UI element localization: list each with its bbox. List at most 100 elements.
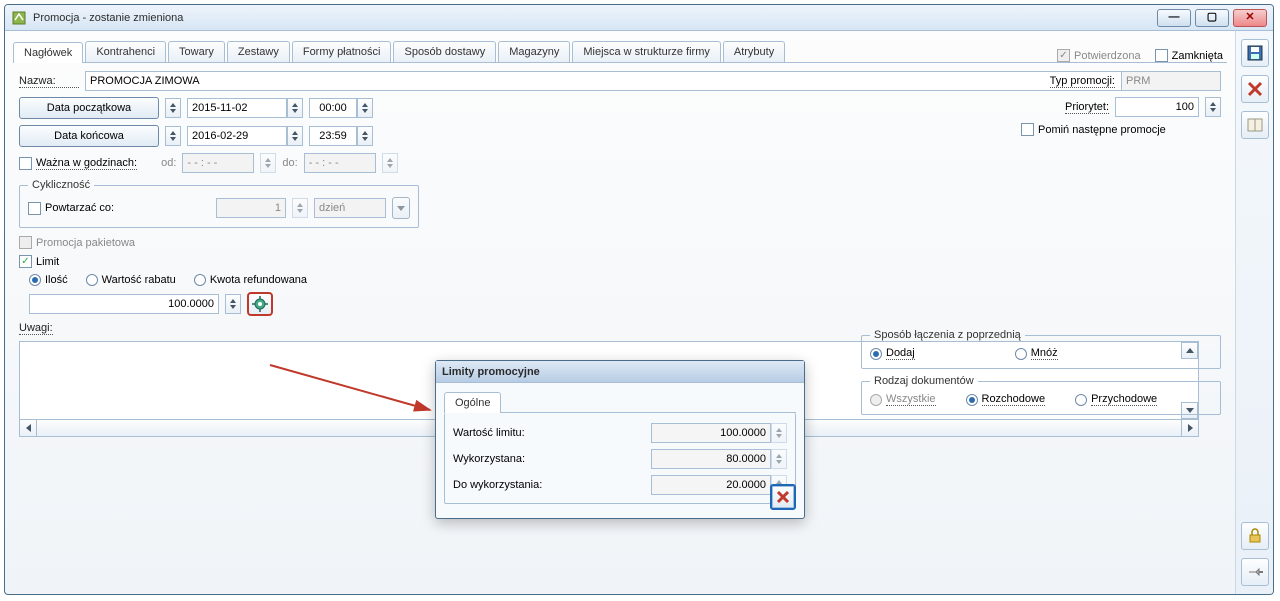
lock-icon bbox=[1246, 527, 1264, 545]
radio-icon bbox=[1075, 394, 1087, 406]
dlg-avail-label: Do wykorzystania: bbox=[453, 479, 542, 491]
start-time-spinner[interactable] bbox=[357, 98, 373, 118]
delete-button[interactable] bbox=[1241, 75, 1269, 103]
scroll-left-button[interactable] bbox=[20, 420, 37, 436]
doc-radio-out[interactable]: Rozchodowe bbox=[966, 393, 1046, 406]
tab-sposob-dostawy[interactable]: Sposób dostawy bbox=[393, 41, 496, 62]
save-button[interactable] bbox=[1241, 39, 1269, 67]
tab-kontrahenci[interactable]: Kontrahenci bbox=[85, 41, 166, 62]
tab-miejsca[interactable]: Miejsca w strukturze firmy bbox=[572, 41, 721, 62]
promotion-window: Promocja - zostanie zmieniona — ▢ ✕ Nagł… bbox=[4, 4, 1274, 595]
dlg-used-spinner bbox=[771, 449, 787, 469]
start-date-input[interactable]: 2015-11-02 bbox=[187, 98, 287, 118]
limit-radio-refund[interactable]: Kwota refundowana bbox=[194, 274, 307, 286]
app-icon bbox=[11, 10, 27, 26]
end-date-clear[interactable] bbox=[165, 126, 181, 146]
dlg-used-label: Wykorzystana: bbox=[453, 453, 525, 465]
end-time-input[interactable]: 23:59 bbox=[309, 126, 357, 146]
tab-naglowek[interactable]: Nagłówek bbox=[13, 42, 83, 63]
package-checkbox: Promocja pakietowa bbox=[19, 236, 135, 249]
start-date-clear[interactable] bbox=[165, 98, 181, 118]
priority-label: Priorytet: bbox=[1065, 101, 1109, 114]
scroll-right-button[interactable] bbox=[1181, 420, 1198, 436]
confirmed-checkbox[interactable]: ✓ Potwierdzona bbox=[1057, 49, 1141, 62]
close-icon bbox=[775, 489, 791, 505]
dialog-titlebar: Limity promocyjne bbox=[436, 361, 804, 383]
start-date-button[interactable]: Data początkowa bbox=[19, 97, 159, 119]
doc-legend: Rodzaj dokumentów bbox=[870, 375, 978, 387]
start-date-spinner[interactable] bbox=[287, 98, 303, 118]
check-icon bbox=[28, 202, 41, 215]
tabstrip: Nagłówek Kontrahenci Towary Zestawy Form… bbox=[13, 39, 1227, 63]
end-time-spinner[interactable] bbox=[357, 126, 373, 146]
limit-value-input[interactable]: 100.0000 bbox=[29, 294, 219, 314]
start-time-input[interactable]: 00:00 bbox=[309, 98, 357, 118]
combine-radio-add[interactable]: Dodaj bbox=[870, 347, 915, 360]
repeat-unit-select: dzień bbox=[314, 198, 386, 218]
tab-atrybuty[interactable]: Atrybuty bbox=[723, 41, 785, 62]
dlg-limit-spinner bbox=[771, 423, 787, 443]
closed-checkbox[interactable]: Zamknięta bbox=[1155, 49, 1223, 62]
close-button[interactable]: ✕ bbox=[1233, 9, 1267, 27]
combine-legend: Sposób łączenia z poprzednią bbox=[870, 329, 1025, 341]
radio-icon bbox=[1015, 348, 1027, 360]
pin-icon bbox=[1246, 563, 1264, 581]
end-date-input[interactable]: 2016-02-29 bbox=[187, 126, 287, 146]
pin-button[interactable] bbox=[1241, 558, 1269, 586]
check-icon bbox=[19, 157, 32, 170]
lock-button[interactable] bbox=[1241, 522, 1269, 550]
repeat-checkbox[interactable]: Powtarzać co: bbox=[28, 202, 114, 215]
dialog-title: Limity promocyjne bbox=[442, 366, 798, 378]
dlg-avail-value: 20.0000 bbox=[651, 475, 771, 495]
tab-towary[interactable]: Towary bbox=[168, 41, 225, 62]
doc-radio-all: Wszystkie bbox=[870, 393, 936, 406]
end-date-spinner[interactable] bbox=[287, 126, 303, 146]
hours-from-spinner bbox=[260, 153, 276, 173]
dialog-close-button[interactable] bbox=[770, 484, 796, 510]
book-icon bbox=[1246, 116, 1264, 134]
tab-zestawy[interactable]: Zestawy bbox=[227, 41, 290, 62]
limit-checkbox[interactable]: ✓ Limit bbox=[19, 255, 59, 268]
radio-icon bbox=[870, 394, 882, 406]
type-input: PRM bbox=[1121, 71, 1221, 91]
combine-radio-mul[interactable]: Mnóż bbox=[1015, 347, 1058, 360]
end-date-button[interactable]: Data końcowa bbox=[19, 125, 159, 147]
maximize-button[interactable]: ▢ bbox=[1195, 9, 1229, 27]
limit-value-spinner[interactable] bbox=[225, 294, 241, 314]
hours-from-input: - - : - - bbox=[182, 153, 254, 173]
limit-radio-discount[interactable]: Wartość rabatu bbox=[86, 274, 176, 286]
priority-input[interactable]: 100 bbox=[1115, 97, 1199, 117]
radio-icon bbox=[86, 274, 98, 286]
limit-settings-button[interactable] bbox=[247, 292, 273, 316]
check-icon: ✓ bbox=[1057, 49, 1070, 62]
check-icon bbox=[1021, 123, 1034, 136]
doc-radio-in[interactable]: Przychodowe bbox=[1075, 393, 1157, 406]
name-label: Nazwa: bbox=[19, 75, 79, 88]
book-button[interactable] bbox=[1241, 111, 1269, 139]
tab-magazyny[interactable]: Magazyny bbox=[498, 41, 570, 62]
minimize-button[interactable]: — bbox=[1157, 9, 1191, 27]
hours-from-label: od: bbox=[161, 157, 176, 169]
radio-icon bbox=[194, 274, 206, 286]
radio-icon bbox=[870, 348, 882, 360]
limit-radio-qty[interactable]: Ilość bbox=[29, 274, 68, 286]
hours-checkbox[interactable]: Ważna w godzinach: bbox=[19, 157, 137, 170]
cyclic-legend: Cykliczność bbox=[28, 179, 94, 191]
chevron-down-icon bbox=[397, 206, 405, 211]
repeat-value-input: 1 bbox=[216, 198, 286, 218]
radio-icon bbox=[966, 394, 978, 406]
priority-spinner[interactable] bbox=[1205, 97, 1221, 117]
hours-to-label: do: bbox=[282, 157, 297, 169]
dlg-used-value: 80.0000 bbox=[651, 449, 771, 469]
window-title: Promocja - zostanie zmieniona bbox=[33, 12, 1157, 24]
hours-to-spinner bbox=[382, 153, 398, 173]
skip-checkbox[interactable]: Pomiń następne promocje bbox=[1021, 123, 1166, 136]
arrow-right-icon bbox=[1188, 424, 1193, 432]
repeat-spinner bbox=[292, 198, 308, 218]
notes-label: Uwagi: bbox=[19, 322, 53, 335]
arrow-left-icon bbox=[26, 424, 31, 432]
tab-formy-platnosci[interactable]: Formy płatności bbox=[292, 41, 392, 62]
check-icon: ✓ bbox=[19, 255, 32, 268]
dialog-tab-general[interactable]: Ogólne bbox=[444, 392, 501, 413]
hours-to-input: - - : - - bbox=[304, 153, 376, 173]
